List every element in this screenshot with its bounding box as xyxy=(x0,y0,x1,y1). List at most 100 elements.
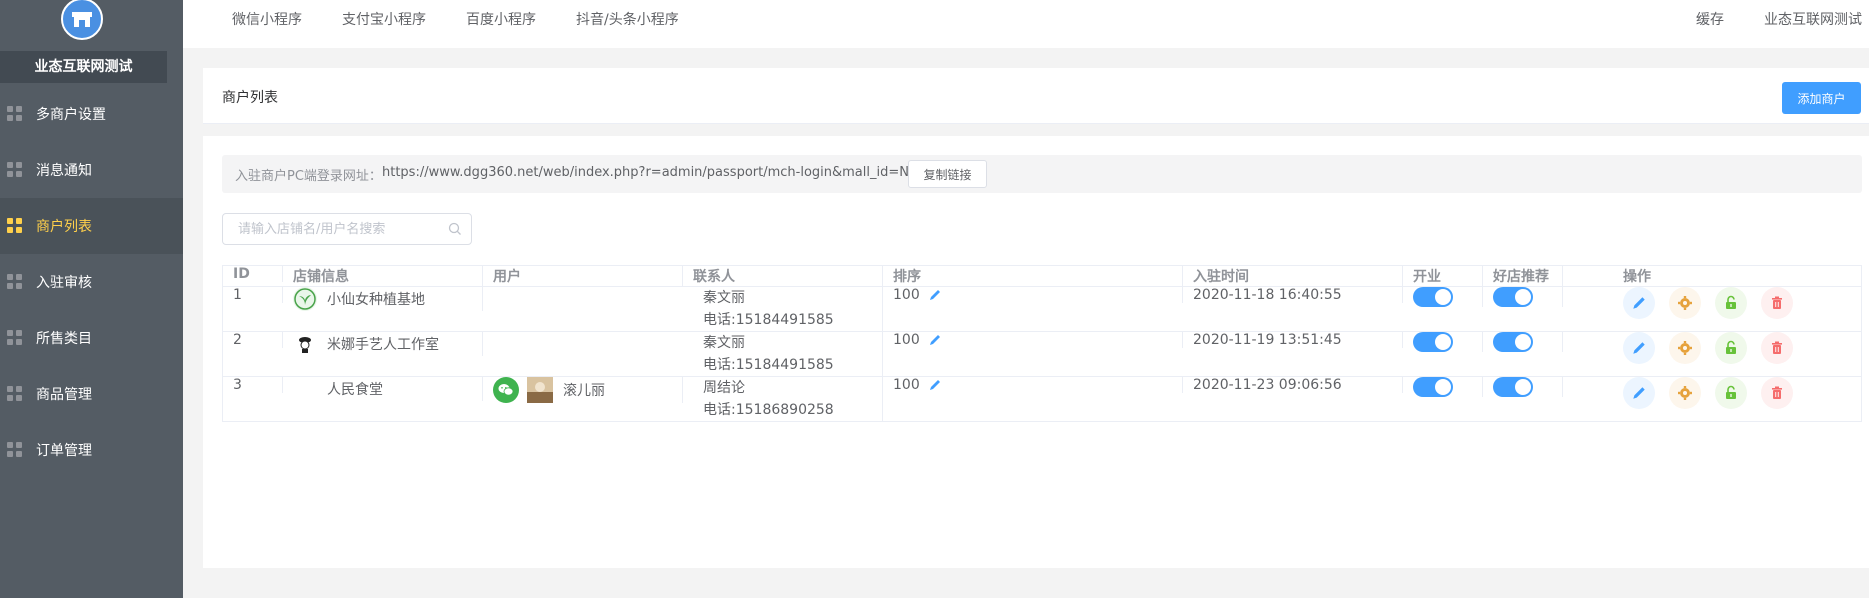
pencil-icon xyxy=(1633,297,1645,309)
col-contact: 联系人 xyxy=(683,266,883,286)
sidebar: 业态互联网测试 多商户设置 消息通知 商户列表 入驻审核 所售类目 商品管理 订… xyxy=(0,0,183,598)
settings-button[interactable] xyxy=(1669,332,1701,364)
open-cell xyxy=(1403,287,1483,307)
unlock-button[interactable] xyxy=(1715,287,1747,319)
sidebar-item-onboarding-review[interactable]: 入驻审核 xyxy=(0,254,183,310)
edit-button[interactable] xyxy=(1623,287,1655,319)
pencil-icon xyxy=(1633,342,1645,354)
search-icon[interactable] xyxy=(448,222,462,236)
join-time: 2020-11-19 13:51:45 xyxy=(1183,332,1403,348)
table-header-row: ID 店铺信息 用户 联系人 排序 入驻时间 开业 好店推荐 操作 xyxy=(223,266,1861,287)
sidebar-item-orders[interactable]: 订单管理 xyxy=(0,422,183,478)
gear-icon xyxy=(1678,386,1692,400)
col-recommend: 好店推荐 xyxy=(1483,266,1563,286)
contact-phone: 电话:15186890258 xyxy=(703,402,834,418)
sidebar-item-notifications[interactable]: 消息通知 xyxy=(0,142,183,198)
col-ops: 操作 xyxy=(1623,269,1651,285)
open-switch[interactable] xyxy=(1413,332,1453,352)
join-time: 2020-11-18 16:40:55 xyxy=(1183,287,1403,303)
settings-button[interactable] xyxy=(1669,377,1701,409)
contact-phone: 电话:15184491585 xyxy=(703,357,834,373)
tab-alipay[interactable]: 支付宝小程序 xyxy=(342,0,426,40)
recommend-switch[interactable] xyxy=(1493,332,1533,352)
plant-logo-icon xyxy=(293,287,317,311)
row-id: 2 xyxy=(223,332,283,348)
col-id: ID xyxy=(223,266,283,282)
unlock-icon xyxy=(1726,295,1736,309)
page-title: 商户列表 xyxy=(222,90,278,106)
sidebar-item-products[interactable]: 商品管理 xyxy=(0,366,183,422)
col-user: 用户 xyxy=(483,266,683,286)
sidebar-item-label: 订单管理 xyxy=(36,443,92,459)
unlock-button[interactable] xyxy=(1715,377,1747,409)
join-time: 2020-11-23 09:06:56 xyxy=(1183,377,1403,393)
row-id: 1 xyxy=(223,287,283,303)
store-name: 人民食堂 xyxy=(327,382,383,398)
login-url-value: https://www.dgg360.net/web/index.php?r=a… xyxy=(382,165,942,180)
wechat-icon xyxy=(493,377,519,403)
store-name: 米娜手艺人工作室 xyxy=(327,337,439,353)
open-switch[interactable] xyxy=(1413,377,1453,397)
store-info: 米娜手艺人工作室 xyxy=(283,332,483,356)
unlock-button[interactable] xyxy=(1715,332,1747,364)
tab-baidu[interactable]: 百度小程序 xyxy=(466,0,536,40)
sidebar-item-label: 消息通知 xyxy=(36,163,92,179)
sort-value: 100 xyxy=(893,377,920,393)
contact-phone: 电话:15184491585 xyxy=(703,312,834,328)
contact-name: 秦文丽 xyxy=(703,335,745,351)
recommend-cell xyxy=(1483,287,1563,307)
gear-icon xyxy=(1678,341,1692,355)
cache-link[interactable]: 缓存 xyxy=(1696,0,1724,40)
search-input[interactable] xyxy=(223,214,443,244)
unlock-icon xyxy=(1726,340,1736,354)
delete-button[interactable] xyxy=(1761,287,1793,319)
copy-link-button[interactable]: 复制链接 xyxy=(908,160,987,188)
grid-icon xyxy=(7,386,23,402)
avatar xyxy=(527,377,553,403)
grid-icon xyxy=(7,162,23,178)
tab-wechat[interactable]: 微信小程序 xyxy=(232,0,302,40)
col-time: 入驻时间 xyxy=(1183,266,1403,286)
recommend-switch[interactable] xyxy=(1493,287,1533,307)
contact-name: 秦文丽 xyxy=(703,290,745,306)
grid-icon xyxy=(7,274,23,290)
pencil-icon[interactable] xyxy=(928,378,942,392)
trash-icon xyxy=(1772,386,1782,399)
pencil-icon[interactable] xyxy=(928,288,942,302)
col-open: 开业 xyxy=(1403,266,1483,286)
edit-button[interactable] xyxy=(1623,332,1655,364)
studio-logo-icon xyxy=(293,332,317,356)
recommend-switch[interactable] xyxy=(1493,377,1533,397)
sort-value: 100 xyxy=(893,332,920,348)
ops-cell xyxy=(1563,332,1861,364)
ops-cell xyxy=(1563,287,1861,319)
sidebar-item-merchant-list[interactable]: 商户列表 xyxy=(0,198,183,254)
brand: 业态互联网测试 xyxy=(0,0,183,86)
unlock-icon xyxy=(1726,385,1736,399)
recommend-cell xyxy=(1483,377,1563,397)
add-merchant-button[interactable]: 添加商户 xyxy=(1782,82,1861,114)
merchant-table: ID 店铺信息 用户 联系人 排序 入驻时间 开业 好店推荐 操作 1 小仙女种… xyxy=(222,265,1862,422)
store-logo-icon xyxy=(61,0,103,40)
top-bar: 微信小程序 支付宝小程序 百度小程序 抖音/头条小程序 缓存 业态互联网测试 xyxy=(183,0,1869,48)
delete-button[interactable] xyxy=(1761,377,1793,409)
row-id: 3 xyxy=(223,377,283,393)
table-row: 2 米娜手艺人工作室 秦文丽 电话:15184491585 100 2020-1… xyxy=(223,332,1861,377)
page-header-card: 商户列表 xyxy=(203,68,1869,124)
edit-button[interactable] xyxy=(1623,377,1655,409)
user-menu[interactable]: 业态互联网测试 xyxy=(1764,0,1862,40)
tab-douyin[interactable]: 抖音/头条小程序 xyxy=(576,0,679,40)
pencil-icon[interactable] xyxy=(928,333,942,347)
store-info: 人民食堂 xyxy=(283,377,483,401)
sidebar-item-categories[interactable]: 所售类目 xyxy=(0,310,183,366)
login-url-label: 入驻商户PC端登录网址： xyxy=(235,169,382,184)
col-store: 店铺信息 xyxy=(283,266,483,286)
contact-cell: 周结论 电话:15186890258 xyxy=(683,377,883,421)
grid-icon xyxy=(7,218,23,234)
settings-button[interactable] xyxy=(1669,287,1701,319)
open-cell xyxy=(1403,377,1483,397)
sidebar-item-merchant-settings[interactable]: 多商户设置 xyxy=(0,86,183,142)
open-switch[interactable] xyxy=(1413,287,1453,307)
delete-button[interactable] xyxy=(1761,332,1793,364)
sidebar-item-label: 入驻审核 xyxy=(36,275,92,291)
